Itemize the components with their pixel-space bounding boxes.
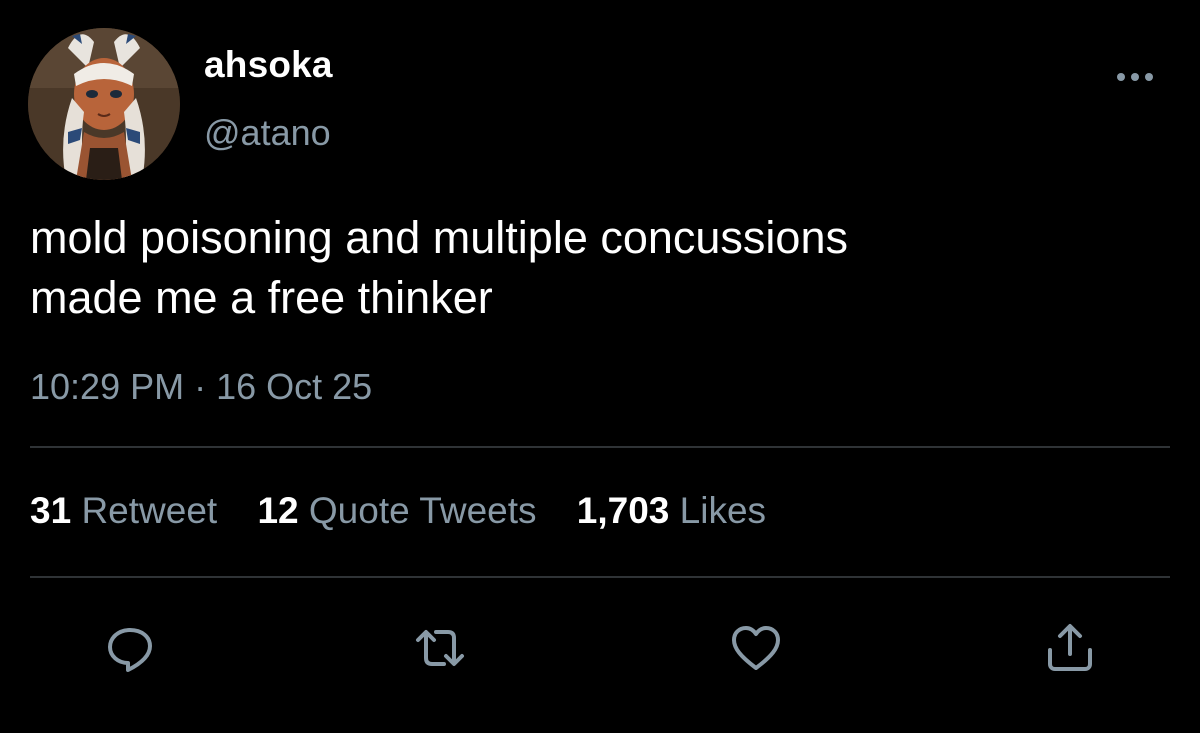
tweet-timestamp[interactable]: 10:29 PM · 16 Oct 25 — [30, 366, 372, 408]
like-button[interactable] — [726, 618, 786, 678]
share-icon — [1048, 624, 1092, 671]
tweet-text-line: made me a free thinker — [30, 272, 493, 323]
username-handle[interactable]: @atano — [204, 112, 331, 154]
divider — [30, 576, 1170, 578]
retweet-button[interactable] — [410, 618, 470, 678]
reply-button[interactable] — [100, 618, 160, 678]
tweet-text-line: mold poisoning and multiple concussions — [30, 212, 848, 263]
heart-icon — [732, 626, 780, 670]
likes-count: 1,703 — [576, 490, 670, 531]
more-options-button[interactable] — [1108, 60, 1162, 94]
quote-tweets-label: Quote Tweets — [308, 490, 537, 531]
quote-tweets-stat[interactable]: 12 Quote Tweets — [257, 490, 536, 532]
avatar-image — [28, 28, 180, 180]
retweets-label: Retweet — [81, 490, 218, 531]
quote-tweets-count: 12 — [257, 490, 299, 531]
display-name[interactable]: ahsoka — [204, 44, 333, 86]
divider — [30, 446, 1170, 448]
retweet-icon — [416, 630, 464, 666]
more-icon — [1117, 73, 1153, 81]
reply-icon — [108, 628, 152, 672]
tweet-text: mold poisoning and multiple concussions … — [30, 208, 1150, 328]
likes-stat[interactable]: 1,703 Likes — [577, 490, 766, 532]
likes-label: Likes — [679, 490, 767, 531]
avatar[interactable] — [28, 28, 180, 180]
retweets-count: 31 — [30, 490, 72, 531]
retweets-stat[interactable]: 31 Retweet — [30, 490, 217, 532]
tweet-card: ahsoka @atano mold poisoning and multipl… — [0, 0, 1200, 733]
share-button[interactable] — [1040, 618, 1100, 678]
engagement-stats: 31 Retweet 12 Quote Tweets 1,703 Likes — [30, 490, 796, 532]
